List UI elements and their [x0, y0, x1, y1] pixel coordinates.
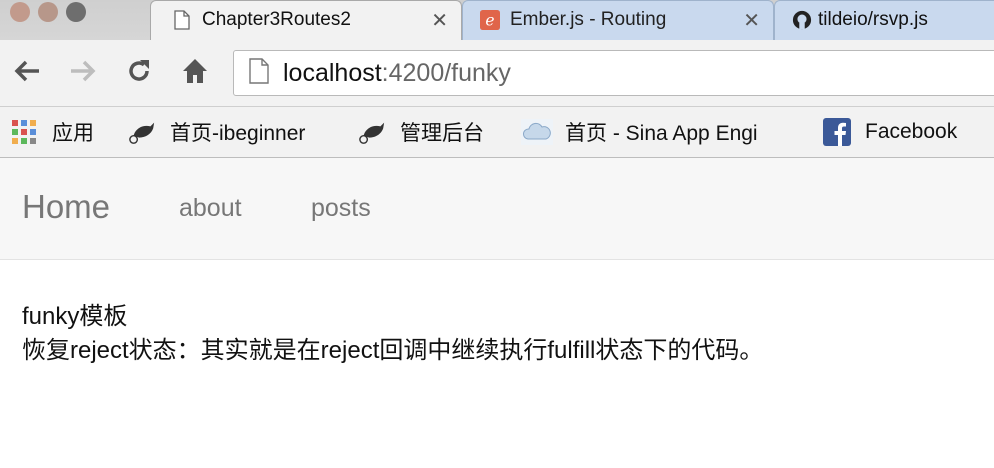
browser-chrome: Chapter3Routes2 ✕ e Ember.js - Routing ✕… — [0, 0, 994, 158]
home-button[interactable] — [178, 54, 212, 88]
back-button[interactable] — [10, 54, 44, 88]
browser-toolbar: localhost:4200/funky — [0, 40, 994, 107]
bookmark-label: 首页 - Sina App Engi — [565, 122, 758, 145]
window-zoom-button[interactable] — [66, 2, 86, 22]
tab-close-icon[interactable]: ✕ — [431, 8, 448, 33]
bookmark-label: 应用 — [52, 122, 94, 145]
bookmark-label: Facebook — [865, 120, 958, 143]
forward-button[interactable] — [66, 54, 100, 88]
tab-ember-routing[interactable]: e Ember.js - Routing ✕ — [462, 0, 774, 40]
page-content: funky模板 恢复reject状态：其实就是在reject回调中继续执行ful… — [22, 300, 763, 368]
ember-icon: e — [480, 9, 500, 31]
page-icon — [172, 9, 192, 31]
tab-title: Chapter3Routes2 — [202, 9, 351, 30]
svg-text:e: e — [485, 11, 494, 29]
tab-rsvp-js[interactable]: tildeio/rsvp.js — [774, 0, 994, 40]
facebook-icon — [823, 118, 851, 146]
window-minimize-button[interactable] — [38, 2, 58, 22]
reload-button[interactable] — [122, 54, 156, 88]
address-bar[interactable]: localhost:4200/funky — [233, 50, 994, 96]
home-icon — [183, 59, 207, 83]
cloud-icon — [521, 118, 553, 146]
navbar-brand-home[interactable]: Home — [22, 188, 110, 226]
bird-icon — [358, 118, 386, 146]
tab-chapter3routes2[interactable]: Chapter3Routes2 ✕ — [150, 0, 462, 40]
bookmark-admin[interactable]: 管理后台 — [358, 117, 484, 147]
back-arrow-icon — [14, 60, 39, 82]
url-host: localhost — [283, 58, 382, 87]
url-path: :4200/funky — [381, 58, 511, 87]
forward-arrow-icon — [71, 60, 96, 82]
template-body-text: 恢复reject状态：其实就是在reject回调中继续执行fulfill状态下的… — [22, 337, 764, 364]
template-heading: funky模板 — [22, 303, 128, 330]
page-icon — [249, 57, 269, 89]
bookmark-facebook[interactable]: Facebook — [823, 117, 957, 147]
bookmark-sina-app-engine[interactable]: 首页 - Sina App Engi — [521, 117, 790, 147]
bird-icon — [128, 118, 156, 146]
app-navbar: Home about posts — [0, 158, 994, 260]
nav-link-about[interactable]: about — [179, 194, 242, 223]
tab-strip: Chapter3Routes2 ✕ e Ember.js - Routing ✕… — [0, 0, 994, 40]
tab-title: Ember.js - Routing — [510, 9, 667, 30]
nav-link-posts[interactable]: posts — [311, 194, 371, 223]
bookmark-label: 管理后台 — [400, 122, 484, 145]
github-icon — [792, 9, 812, 31]
tab-title: tildeio/rsvp.js — [818, 9, 928, 30]
bookmark-apps[interactable]: 应用 — [10, 117, 94, 147]
window-close-button[interactable] — [10, 2, 30, 22]
bookmarks-bar: 应用 首页-ibeginner 管理后台 首页 - Sina App Engi … — [0, 107, 994, 158]
tab-close-icon[interactable]: ✕ — [743, 8, 760, 33]
bookmark-ibeginner[interactable]: 首页-ibeginner — [128, 117, 305, 147]
apps-grid-icon — [10, 118, 38, 146]
bookmark-label: 首页-ibeginner — [170, 122, 306, 145]
reload-icon — [129, 60, 149, 81]
